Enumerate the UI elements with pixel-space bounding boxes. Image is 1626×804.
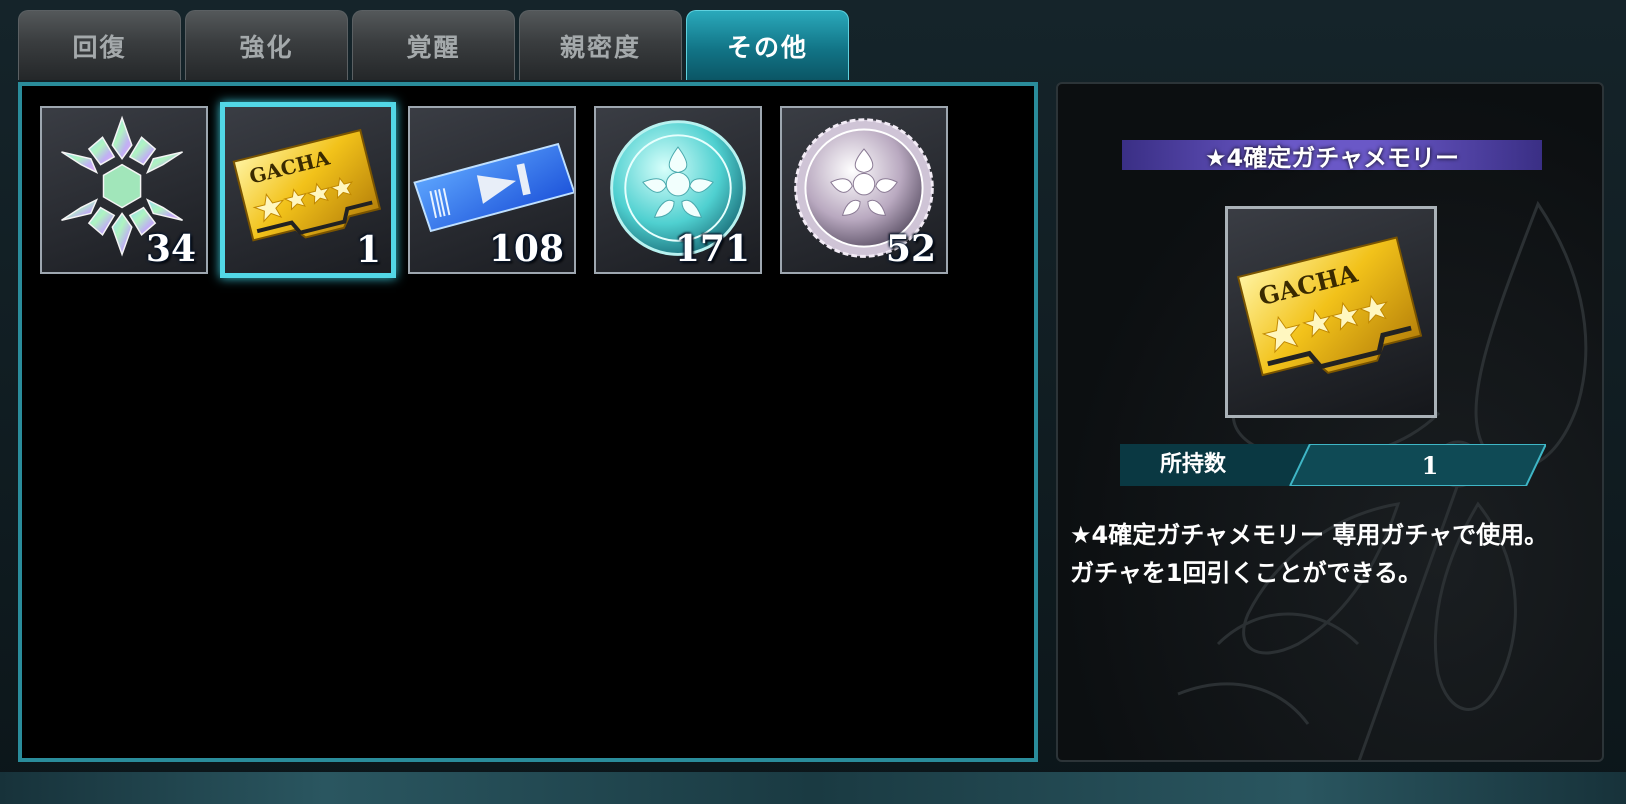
item-slot[interactable]: 171: [594, 106, 762, 274]
tab-recovery[interactable]: 回復: [18, 10, 181, 80]
tab-other[interactable]: その他: [686, 10, 849, 80]
item-count: 171: [674, 228, 750, 270]
item-slot[interactable]: 108: [408, 106, 576, 274]
item-detail-panel: ★4確定ガチャメモリー GACHA 所持数 1 ★4確定ガチャメモリー 専用ガチ…: [1056, 82, 1604, 762]
item-slot[interactable]: 34: [40, 106, 208, 274]
item-name-banner: ★4確定ガチャメモリー: [1122, 140, 1542, 172]
bottom-bar: [0, 772, 1626, 804]
gacha-card-icon: GACHA: [1236, 236, 1423, 377]
item-count: 108: [488, 228, 564, 270]
owned-count-row: 所持数 1: [1120, 444, 1546, 486]
category-tabs: 回復 強化 覚醒 親密度 その他: [18, 10, 849, 82]
item-slot-selected[interactable]: GACHA 1: [220, 102, 396, 278]
owned-value: 1: [1421, 451, 1439, 480]
item-grid: 34 GACHA 1 108 171 52: [18, 82, 1038, 762]
detail-item-icon: GACHA: [1225, 206, 1437, 418]
item-count: 52: [885, 228, 936, 270]
item-count: 1: [355, 229, 381, 271]
item-slot[interactable]: 52: [780, 106, 948, 274]
item-count: 34: [145, 228, 196, 270]
owned-label: 所持数: [1160, 452, 1227, 477]
flower-background-decoration: [1177, 200, 1588, 760]
tab-awaken[interactable]: 覚醒: [352, 10, 515, 80]
tab-affinity[interactable]: 親密度: [519, 10, 682, 80]
item-description: ★4確定ガチャメモリー 専用ガチャで使用。ガチャを1回引くことができる。: [1070, 521, 1549, 587]
tab-enhance[interactable]: 強化: [185, 10, 348, 80]
